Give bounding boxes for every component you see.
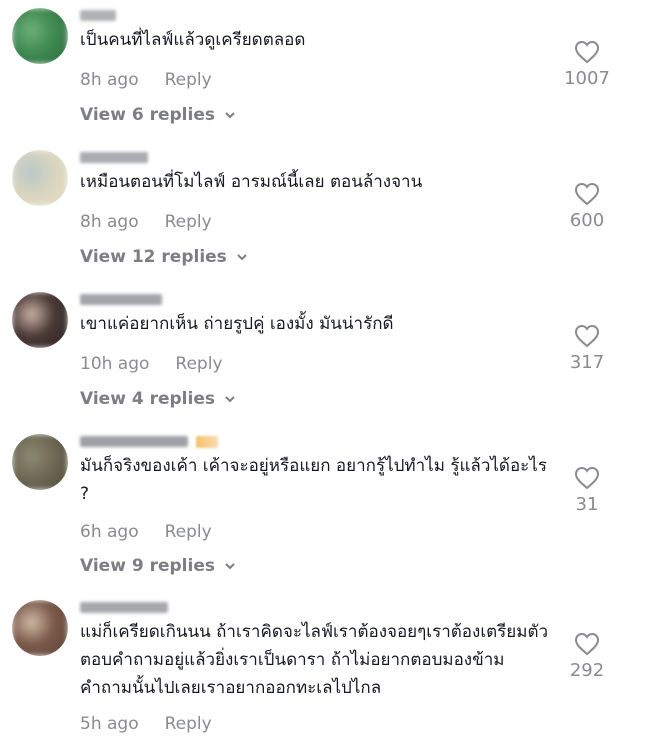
comment-text: เขาแค่อยากเห็น ถ่ายรูปคู่ เองมั้ง มันน่า… — [80, 314, 394, 334]
heart-icon — [574, 182, 600, 206]
comment-meta: 8h ago Reply — [80, 70, 212, 90]
username-blurred[interactable] — [80, 10, 116, 21]
comment-text: เหมือนตอนที่โมไลฟ์ อารมณ์นี้เลย ตอนล้างจ… — [80, 172, 423, 192]
heart-icon — [574, 466, 600, 490]
chevron-down-icon — [225, 396, 235, 403]
username-blurred[interactable] — [80, 294, 162, 305]
view-replies-label: View 6 replies — [80, 105, 215, 125]
view-replies-button[interactable]: View 9 replies — [80, 556, 237, 576]
reply-button[interactable]: Reply — [165, 70, 212, 90]
comment-time: 6h ago — [80, 522, 139, 542]
avatar[interactable] — [12, 600, 68, 656]
like-button[interactable]: 292 — [552, 632, 622, 681]
comment-time: 8h ago — [80, 212, 139, 232]
like-button[interactable]: 600 — [552, 182, 622, 231]
comment-meta: 8h ago Reply — [80, 212, 212, 232]
comment-text: เป็นคนที่ไลฟ์แล้วดูเครียดตลอด — [80, 30, 306, 50]
comment-meta: 10h ago Reply — [80, 354, 223, 374]
like-button[interactable]: 1007 — [552, 40, 622, 89]
avatar[interactable] — [12, 292, 68, 348]
view-replies-label: View 12 replies — [80, 247, 227, 267]
reply-button[interactable]: Reply — [165, 522, 212, 542]
heart-icon — [574, 632, 600, 656]
avatar[interactable] — [12, 8, 68, 64]
comment-time: 5h ago — [80, 714, 139, 734]
avatar[interactable] — [12, 434, 68, 490]
chevron-down-icon — [225, 112, 235, 119]
comment-meta: 5h ago Reply — [80, 714, 212, 734]
view-replies-button[interactable]: View 4 replies — [80, 389, 237, 409]
view-replies-label: View 9 replies — [80, 556, 215, 576]
heart-icon — [574, 40, 600, 64]
like-button[interactable]: 31 — [552, 466, 622, 515]
username-badge-icon — [196, 436, 218, 448]
username-blurred[interactable] — [80, 152, 148, 163]
chevron-down-icon — [237, 254, 247, 261]
like-count: 1007 — [564, 68, 610, 89]
view-replies-label: View 4 replies — [80, 389, 215, 409]
comment-meta: 6h ago Reply — [80, 522, 212, 542]
comment-time: 8h ago — [80, 70, 139, 90]
avatar[interactable] — [12, 150, 68, 206]
like-count: 31 — [575, 494, 599, 515]
like-count: 317 — [569, 352, 605, 373]
reply-button[interactable]: Reply — [175, 354, 222, 374]
chevron-down-icon — [225, 563, 235, 570]
reply-button[interactable]: Reply — [165, 714, 212, 734]
comment-text: มันก็จริงของเค้า เค้าจะอยู่หรือแยก อยากร… — [80, 456, 547, 504]
like-button[interactable]: 317 — [552, 324, 622, 373]
like-count: 292 — [569, 660, 605, 681]
heart-icon — [574, 324, 600, 348]
view-replies-button[interactable]: View 6 replies — [80, 105, 237, 125]
username-blurred[interactable] — [80, 436, 188, 447]
username-blurred[interactable] — [80, 602, 168, 613]
comment-time: 10h ago — [80, 354, 150, 374]
view-replies-button[interactable]: View 12 replies — [80, 247, 249, 267]
reply-button[interactable]: Reply — [165, 212, 212, 232]
like-count: 600 — [569, 210, 605, 231]
comment-text: แม่ก็เครียดเกินนน ถ้าเราคิดจะไลฟ์เราต้อง… — [80, 622, 549, 698]
